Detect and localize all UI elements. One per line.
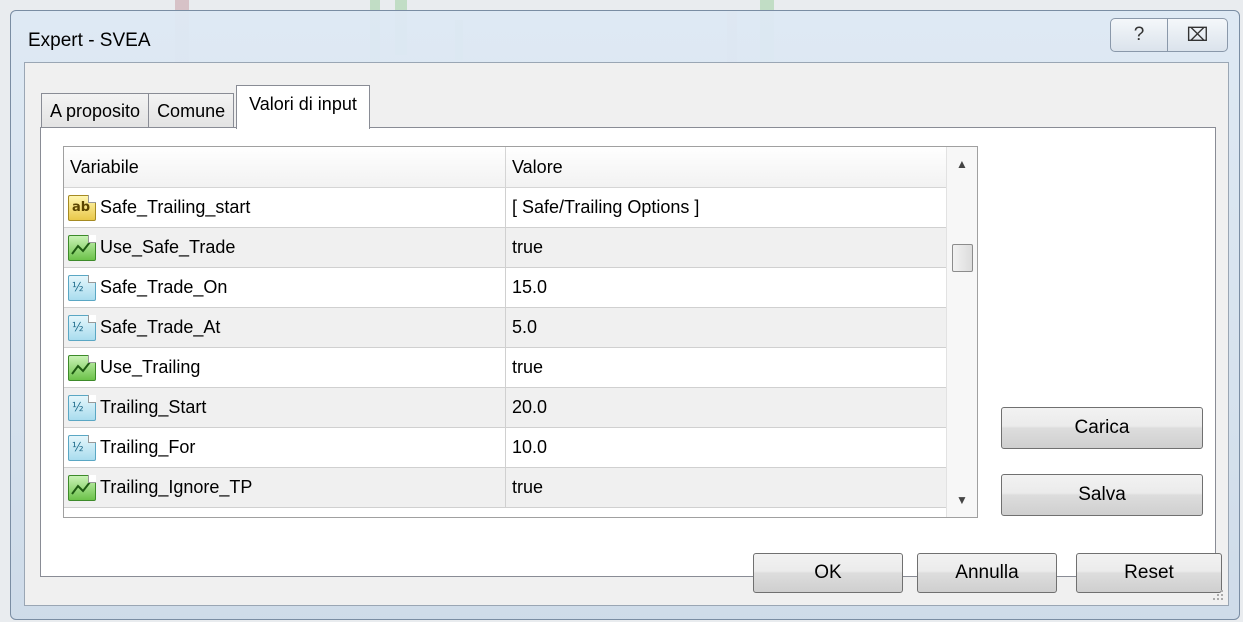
tab-a-proposito[interactable]: A proposito [41, 93, 150, 129]
value-cell[interactable]: 10.0 [506, 428, 948, 467]
variable-name: Trailing_Start [100, 397, 207, 417]
save-button[interactable]: Salva [1001, 474, 1203, 516]
bool-icon [68, 354, 96, 381]
table-row[interactable]: Use_Trailing true [64, 348, 948, 388]
value-cell[interactable]: true [506, 228, 948, 267]
variable-name: Safe_Trade_At [100, 317, 221, 337]
scroll-thumb[interactable] [952, 244, 973, 272]
value-cell[interactable]: [ Safe/Trailing Options ] [506, 188, 948, 227]
variable-cell: Trailing_Ignore_TP [64, 468, 506, 507]
help-icon: ? [1133, 24, 1145, 45]
value-cell[interactable]: 15.0 [506, 268, 948, 307]
close-button[interactable]: ⌧ [1168, 18, 1228, 52]
double-icon: ½ [68, 394, 96, 421]
reset-button[interactable]: Reset [1076, 553, 1222, 593]
scroll-down-icon[interactable]: ▼ [947, 485, 977, 515]
caption-buttons: ? ⌧ [1110, 18, 1228, 52]
scroll-up-icon[interactable]: ▲ [947, 149, 977, 179]
variable-cell: ½ Trailing_Start [64, 388, 506, 427]
variable-cell: ½ Safe_Trade_On [64, 268, 506, 307]
variable-cell: Use_Trailing [64, 348, 506, 387]
variable-name: Trailing_Ignore_TP [100, 477, 253, 497]
double-icon: ½ [68, 314, 96, 341]
dialog-client-area: A proposito Comune Valori di input Varia… [24, 62, 1229, 606]
variable-cell: ½ Trailing_For [64, 428, 506, 467]
resize-grip-icon[interactable] [1212, 589, 1224, 601]
window-title: Expert - SVEA [28, 30, 151, 51]
table-row[interactable]: Trailing_Ignore_TP true [64, 468, 948, 508]
bool-icon [68, 234, 96, 261]
vertical-scrollbar[interactable]: ▲ ▼ [946, 147, 977, 517]
value-cell[interactable]: true [506, 348, 948, 387]
tab-panel-inputs: Variabile Valore ab Safe_Trailing_start … [40, 127, 1216, 577]
variable-cell: ½ Safe_Trade_At [64, 308, 506, 347]
variable-name: Trailing_For [100, 437, 196, 457]
variable-name: Safe_Trailing_start [100, 197, 251, 217]
double-icon: ½ [68, 434, 96, 461]
value-cell[interactable]: 5.0 [506, 308, 948, 347]
table-row[interactable]: ½ Safe_Trade_On 15.0 [64, 268, 948, 308]
table-row[interactable]: ½ Trailing_For 10.0 [64, 428, 948, 468]
variable-name: Use_Trailing [100, 357, 201, 377]
variable-cell: ab Safe_Trailing_start [64, 188, 506, 227]
inputs-grid: Variabile Valore ab Safe_Trailing_start … [63, 146, 978, 518]
close-icon: ⌧ [1186, 24, 1209, 46]
ok-button[interactable]: OK [753, 553, 903, 593]
table-row[interactable]: Use_Safe_Trade true [64, 228, 948, 268]
grid-header: Variabile Valore [64, 147, 948, 188]
variable-name: Use_Safe_Trade [100, 237, 236, 257]
ab-string-icon: ab [68, 194, 96, 221]
value-cell[interactable]: true [506, 468, 948, 507]
column-header-valore[interactable]: Valore [506, 147, 948, 187]
table-row[interactable]: ½ Safe_Trade_At 5.0 [64, 308, 948, 348]
column-header-variabile[interactable]: Variabile [64, 147, 506, 187]
table-row[interactable]: ½ Trailing_Start 20.0 [64, 388, 948, 428]
tab-strip: A proposito Comune Valori di input [41, 85, 370, 129]
bool-icon [68, 474, 96, 501]
help-button[interactable]: ? [1110, 18, 1168, 52]
variable-cell: Use_Safe_Trade [64, 228, 506, 267]
value-cell[interactable]: 20.0 [506, 388, 948, 427]
tab-valori-di-input[interactable]: Valori di input [236, 85, 370, 129]
variable-name: Safe_Trade_On [100, 277, 228, 297]
grid-rows: ab Safe_Trailing_start [ Safe/Trailing O… [64, 188, 948, 508]
double-icon: ½ [68, 274, 96, 301]
table-row[interactable]: ab Safe_Trailing_start [ Safe/Trailing O… [64, 188, 948, 228]
cancel-button[interactable]: Annulla [917, 553, 1057, 593]
tab-comune[interactable]: Comune [148, 93, 235, 129]
load-button[interactable]: Carica [1001, 407, 1203, 449]
